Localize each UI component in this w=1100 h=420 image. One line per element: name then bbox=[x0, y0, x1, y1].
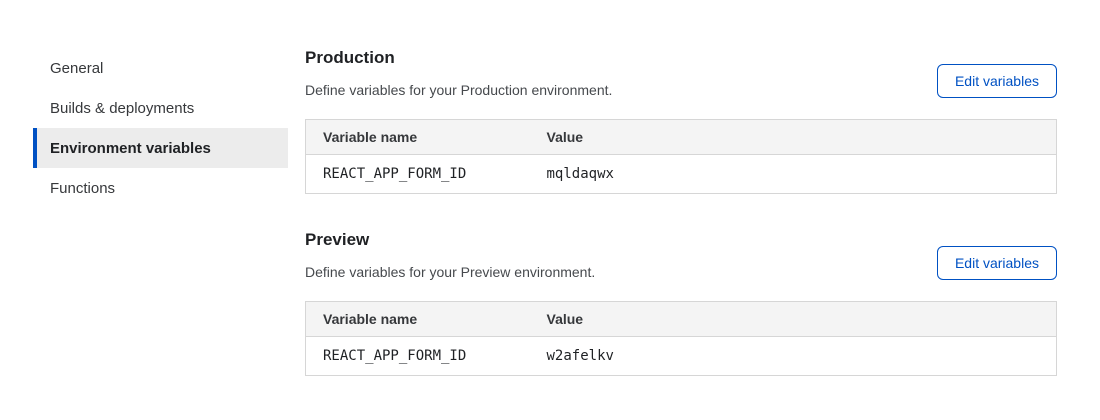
variable-name-cell: REACT_APP_FORM_ID bbox=[306, 155, 530, 194]
production-section-description: Define variables for your Production env… bbox=[305, 82, 612, 98]
production-section-header: Production Define variables for your Pro… bbox=[305, 48, 1057, 98]
environment-variables-panel: Production Define variables for your Pro… bbox=[305, 0, 1057, 376]
value-column-header: Value bbox=[530, 302, 1057, 337]
table-header-row: Variable name Value bbox=[306, 120, 1057, 155]
table-row: REACT_APP_FORM_ID mqldaqwx bbox=[306, 155, 1057, 194]
edit-variables-button-production[interactable]: Edit variables bbox=[937, 64, 1057, 98]
sidebar-item-general[interactable]: General bbox=[33, 48, 288, 88]
production-section-header-text: Production Define variables for your Pro… bbox=[305, 48, 612, 98]
variable-value-cell: w2afelkv bbox=[530, 337, 1057, 376]
table-row: REACT_APP_FORM_ID w2afelkv bbox=[306, 337, 1057, 376]
table-header-row: Variable name Value bbox=[306, 302, 1057, 337]
production-section-title: Production bbox=[305, 48, 612, 68]
variable-value-cell: mqldaqwx bbox=[530, 155, 1057, 194]
sidebar-item-label: Environment variables bbox=[50, 140, 211, 157]
preview-section: Preview Define variables for your Previe… bbox=[305, 230, 1057, 376]
preview-section-title: Preview bbox=[305, 230, 595, 250]
preview-variables-table: Variable name Value REACT_APP_FORM_ID w2… bbox=[305, 301, 1057, 376]
preview-section-header-text: Preview Define variables for your Previe… bbox=[305, 230, 595, 280]
variable-name-cell: REACT_APP_FORM_ID bbox=[306, 337, 530, 376]
sidebar-item-builds-deployments[interactable]: Builds & deployments bbox=[33, 88, 288, 128]
production-variables-table: Variable name Value REACT_APP_FORM_ID mq… bbox=[305, 119, 1057, 194]
edit-variables-button-preview[interactable]: Edit variables bbox=[937, 246, 1057, 280]
sidebar-item-environment-variables[interactable]: Environment variables bbox=[33, 128, 288, 168]
sidebar-item-label: General bbox=[50, 60, 103, 77]
variable-name-column-header: Variable name bbox=[306, 120, 530, 155]
value-column-header: Value bbox=[530, 120, 1057, 155]
sidebar-item-label: Builds & deployments bbox=[50, 100, 194, 117]
production-section: Production Define variables for your Pro… bbox=[305, 48, 1057, 194]
variable-name-column-header: Variable name bbox=[306, 302, 530, 337]
settings-page: General Builds & deployments Environment… bbox=[0, 0, 1100, 376]
sidebar-item-functions[interactable]: Functions bbox=[33, 168, 288, 208]
preview-section-description: Define variables for your Preview enviro… bbox=[305, 264, 595, 280]
sidebar-item-label: Functions bbox=[50, 180, 115, 197]
preview-section-header: Preview Define variables for your Previe… bbox=[305, 230, 1057, 280]
settings-sidebar: General Builds & deployments Environment… bbox=[33, 0, 288, 208]
